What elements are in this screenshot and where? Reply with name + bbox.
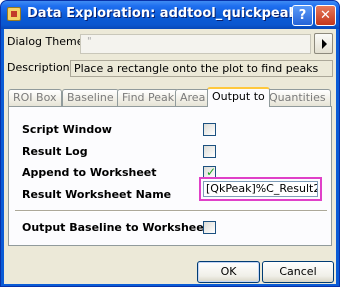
tab-baseline[interactable]: Baseline: [62, 89, 119, 106]
tab-roi-box[interactable]: ROI Box: [8, 89, 62, 106]
window-title: Data Exploration: addtool_quickpeaks: [27, 6, 305, 21]
tab-area[interactable]: Area: [175, 89, 211, 106]
description-text: Place a rectangle onto the plot to find …: [70, 60, 333, 77]
panel-divider: [15, 210, 327, 212]
dialog-client: Dialog Theme " Description Place a recta…: [4, 29, 336, 284]
app-icon: [7, 7, 21, 21]
cancel-button[interactable]: Cancel: [262, 261, 334, 283]
dialog-theme-menu-arrow-icon[interactable]: [314, 33, 333, 54]
result-worksheet-name-label: Result Worksheet Name: [22, 188, 172, 201]
worksheet-name-highlight: [QkPeak]%C_Result2: [199, 177, 322, 201]
dialog-window: Data Exploration: addtool_quickpeaks ? ✕…: [0, 0, 340, 287]
append-to-worksheet-label: Append to Worksheet: [22, 166, 157, 179]
tab-find-peak[interactable]: Find Peak: [117, 89, 180, 106]
tab-quantities[interactable]: Quantities: [264, 89, 331, 106]
tab-output-to[interactable]: Output to: [207, 87, 270, 107]
help-button[interactable]: ?: [292, 5, 313, 26]
output-to-panel: Script Window Result Log Append to Works…: [8, 106, 332, 246]
result-log-label: Result Log: [22, 145, 88, 158]
dialog-theme-combo[interactable]: ": [80, 34, 311, 54]
script-window-checkbox[interactable]: [203, 123, 216, 136]
output-baseline-checkbox[interactable]: [203, 221, 216, 234]
ok-button[interactable]: OK: [197, 261, 260, 283]
description-label: Description: [7, 61, 70, 74]
result-log-checkbox[interactable]: [203, 145, 216, 158]
output-baseline-label: Output Baseline to Worksheet: [22, 221, 209, 234]
result-worksheet-name-input[interactable]: [QkPeak]%C_Result2: [203, 181, 318, 197]
title-bar[interactable]: Data Exploration: addtool_quickpeaks ? ✕: [1, 1, 339, 29]
script-window-label: Script Window: [22, 123, 112, 136]
dialog-theme-label: Dialog Theme: [7, 35, 84, 48]
close-button[interactable]: ✕: [315, 5, 336, 26]
